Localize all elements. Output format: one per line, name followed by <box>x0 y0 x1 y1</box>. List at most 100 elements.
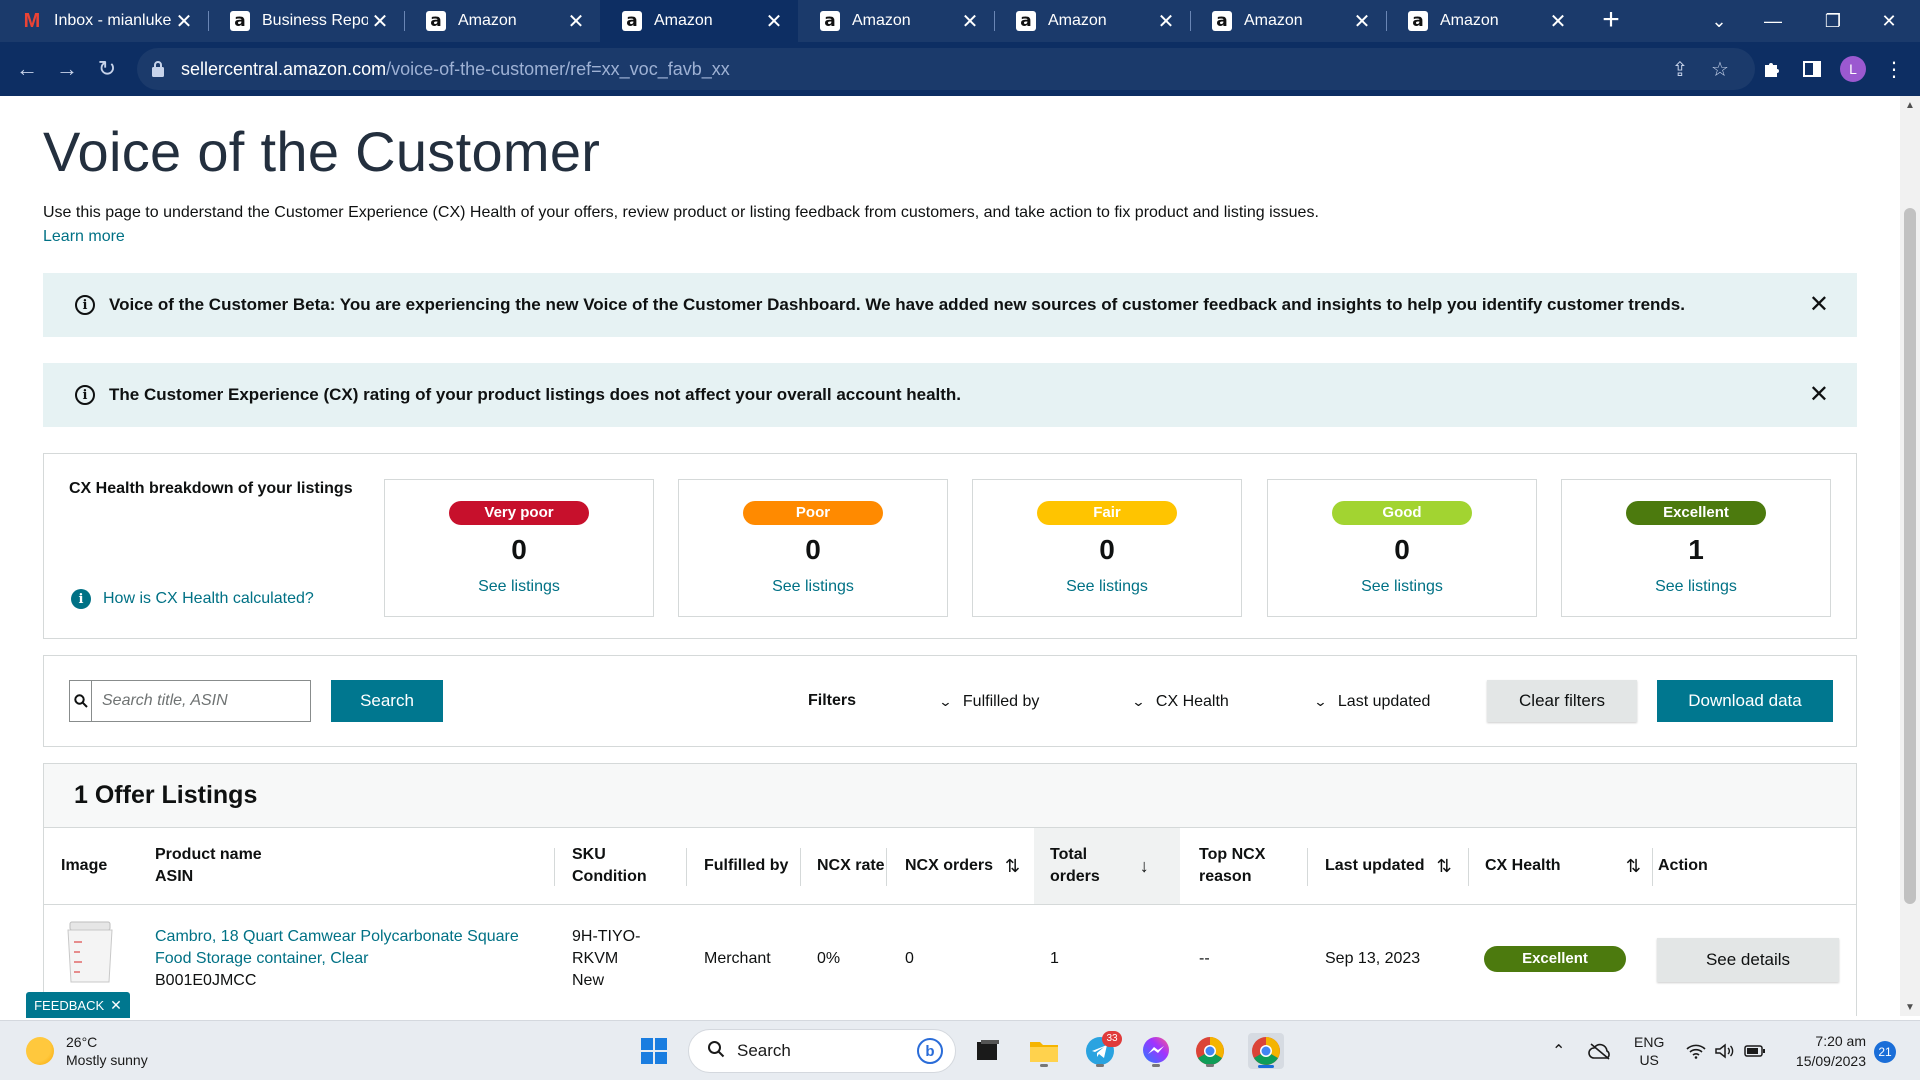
search-input[interactable] <box>92 681 310 721</box>
show-hidden-icons-chevron-icon[interactable]: ⌃ <box>1552 1021 1565 1080</box>
close-icon[interactable]: ✕ <box>1809 293 1829 317</box>
windows-start-icon[interactable] <box>636 1033 672 1069</box>
tab-amazon-active[interactable]: a Amazon ✕ <box>600 0 798 42</box>
bing-icon[interactable]: b <box>917 1038 943 1064</box>
last-updated-dropdown[interactable]: ⌄ Last updated <box>1313 693 1430 711</box>
see-details-button[interactable]: See details <box>1657 938 1839 982</box>
search-button[interactable]: Search <box>331 680 443 722</box>
new-tab-button[interactable]: + <box>1596 5 1626 36</box>
address-bar[interactable]: sellercentral.amazon.com/voice-of-the-cu… <box>137 48 1755 90</box>
close-tab-icon[interactable]: ✕ <box>1546 9 1570 34</box>
weather-widget[interactable]: 26°C Mostly sunny <box>26 1033 148 1069</box>
notification-badge[interactable]: 21 <box>1874 1041 1896 1063</box>
tab-amazon[interactable]: a Amazon ✕ <box>1190 0 1386 42</box>
tab-search-chevron-icon[interactable]: ⌄ <box>1696 0 1742 42</box>
asin-value: B001E0JMCC <box>155 972 257 989</box>
close-window-icon[interactable]: ✕ <box>1866 0 1912 42</box>
col-header-last-updated[interactable]: Last updated ⇅ <box>1325 828 1452 904</box>
volume-icon[interactable] <box>1714 1021 1734 1080</box>
taskbar-search[interactable]: Search b <box>688 1029 956 1073</box>
file-explorer-icon[interactable] <box>1026 1033 1062 1069</box>
fulfilled-by-dropdown[interactable]: ⌄ Fulfilled by <box>938 693 1039 711</box>
back-arrow-icon[interactable]: ← <box>11 53 43 85</box>
sort-descending-icon[interactable]: ↓ <box>1140 855 1149 877</box>
tab-gmail-inbox[interactable]: M Inbox - mianluke ✕ <box>0 0 208 42</box>
telegram-icon[interactable]: 33 <box>1082 1031 1122 1069</box>
profile-avatar[interactable]: L <box>1840 56 1866 82</box>
download-data-button[interactable]: Download data <box>1657 680 1833 722</box>
bookmark-star-icon[interactable]: ☆ <box>1707 56 1733 82</box>
see-listings-link[interactable]: See listings <box>679 578 947 596</box>
app-active-indicator <box>1258 1065 1274 1068</box>
forward-arrow-icon[interactable]: → <box>51 53 83 85</box>
tab-amazon[interactable]: a Amazon ✕ <box>798 0 994 42</box>
cx-badge-fair: Fair <box>1037 501 1177 525</box>
col-header-total-orders[interactable]: Total orders ↓ <box>1034 828 1180 904</box>
see-listings-link[interactable]: See listings <box>1268 578 1536 596</box>
chrome-active-icon[interactable] <box>1248 1033 1284 1069</box>
tab-title: Amazon <box>458 12 517 29</box>
product-name-link[interactable]: Cambro, 18 Quart Camwear Polycarbonate S… <box>155 926 519 948</box>
sort-icon[interactable]: ⇅ <box>1626 855 1641 877</box>
scroll-thumb[interactable] <box>1904 208 1916 904</box>
onedrive-icon[interactable] <box>1588 1021 1612 1080</box>
sort-icon[interactable]: ⇅ <box>1005 855 1020 877</box>
minimize-icon[interactable]: — <box>1750 0 1796 42</box>
extensions-puzzle-icon[interactable] <box>1758 55 1786 83</box>
scroll-down-arrow-icon[interactable]: ▼ <box>1900 1002 1920 1013</box>
page-intro: Use this page to understand the Customer… <box>43 204 1319 221</box>
see-listings-link[interactable]: See listings <box>973 578 1241 596</box>
page-scrollbar[interactable]: ▲ ▼ <box>1900 96 1920 1016</box>
tab-business-reports[interactable]: a Business Reports ✕ <box>208 0 404 42</box>
see-listings-link[interactable]: See listings <box>1562 578 1830 596</box>
reload-icon[interactable]: ↻ <box>91 53 123 85</box>
col-header-product-name: Product name <box>155 846 262 863</box>
close-tab-icon[interactable]: ✕ <box>172 9 196 34</box>
close-tab-icon[interactable]: ✕ <box>564 9 588 34</box>
close-icon[interactable]: ✕ <box>110 997 122 1014</box>
close-tab-icon[interactable]: ✕ <box>368 9 392 34</box>
cx-health-dropdown[interactable]: ⌄ CX Health <box>1131 693 1228 711</box>
wifi-icon[interactable] <box>1686 1021 1706 1080</box>
product-name-link-line2[interactable]: Food Storage container, Clear <box>155 948 368 970</box>
col-header-ncx-orders[interactable]: NCX orders ⇅ <box>905 828 1029 904</box>
chrome-profile-icon[interactable] <box>1192 1033 1228 1069</box>
learn-more-link[interactable]: Learn more <box>43 228 125 246</box>
clear-filters-button[interactable]: Clear filters <box>1487 680 1637 722</box>
col-header-ncx-rate: NCX rate <box>817 857 885 874</box>
cx-health-how-link[interactable]: i How is CX Health calculated? <box>71 589 314 609</box>
tab-amazon[interactable]: a Amazon ✕ <box>994 0 1190 42</box>
amazon-icon: a <box>820 11 840 31</box>
language-indicator[interactable]: ENG US <box>1634 1021 1664 1080</box>
messenger-icon[interactable] <box>1138 1033 1174 1069</box>
condition-value: New <box>572 972 605 989</box>
tab-title: Amazon <box>1244 12 1303 29</box>
share-icon[interactable]: ⇪ <box>1667 56 1693 82</box>
sort-icon[interactable]: ⇅ <box>1437 855 1452 877</box>
task-view-icon[interactable] <box>970 1033 1006 1069</box>
col-header-top-ncx: Top NCX reason <box>1199 828 1265 904</box>
tab-amazon[interactable]: a Amazon ✕ <box>404 0 600 42</box>
close-tab-icon[interactable]: ✕ <box>1154 9 1178 34</box>
side-panel-icon[interactable] <box>1798 55 1826 83</box>
close-tab-icon[interactable]: ✕ <box>762 9 786 34</box>
column-divider <box>800 848 801 886</box>
product-image[interactable] <box>62 920 118 986</box>
app-running-indicator <box>1152 1064 1160 1067</box>
taskbar-clock[interactable]: 7:20 am 15/09/2023 <box>1772 1031 1866 1071</box>
menu-kebab-icon[interactable]: ⋮ <box>1880 55 1908 83</box>
close-tab-icon[interactable]: ✕ <box>958 9 982 34</box>
col-header-cx-health[interactable]: CX Health ⇅ <box>1485 828 1641 904</box>
see-listings-link[interactable]: See listings <box>385 578 653 596</box>
restore-icon[interactable]: ❐ <box>1810 0 1856 42</box>
battery-icon[interactable] <box>1744 1021 1766 1080</box>
tab-amazon[interactable]: a Amazon ✕ <box>1386 0 1582 42</box>
feedback-button[interactable]: FEEDBACK ✕ <box>26 992 130 1018</box>
close-icon[interactable]: ✕ <box>1809 383 1829 407</box>
chevron-down-icon: ⌄ <box>1131 694 1146 709</box>
listings-header: 1 Offer Listings <box>44 764 1856 828</box>
col-header-top-ncx-line1: Top NCX <box>1199 846 1266 863</box>
scroll-up-arrow-icon[interactable]: ▲ <box>1900 100 1920 111</box>
search-box <box>69 680 311 722</box>
close-tab-icon[interactable]: ✕ <box>1350 9 1374 34</box>
